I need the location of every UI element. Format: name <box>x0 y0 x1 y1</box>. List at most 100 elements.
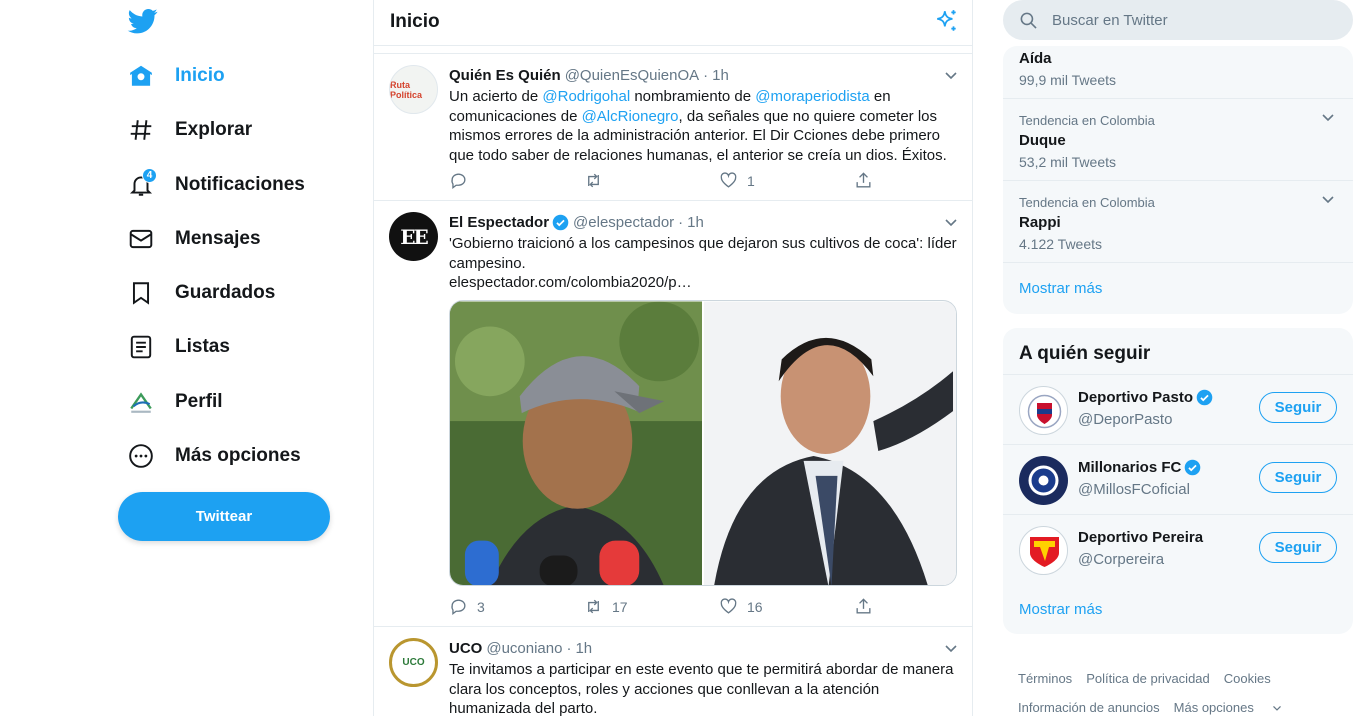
nav-label: Inicio <box>175 65 225 86</box>
follow-button[interactable]: Seguir <box>1259 462 1337 493</box>
avatar[interactable]: EE <box>389 212 438 261</box>
share-button[interactable] <box>854 597 873 616</box>
footer-link-cookies[interactable]: Cookies <box>1224 671 1271 686</box>
search-input[interactable] <box>1052 11 1312 29</box>
nav-item-listas[interactable]: Listas <box>127 329 230 365</box>
tweet-button[interactable]: Twittear <box>118 492 330 541</box>
tweet-author-name[interactable]: Quién Es Quién <box>449 67 561 84</box>
home-icon <box>127 62 155 90</box>
trend-item[interactable]: Tendencia en Colombia Duque 53,2 mil Twe… <box>1003 99 1353 181</box>
show-more-follow-link[interactable]: Mostrar más <box>1019 601 1102 618</box>
retweet-button[interactable] <box>584 171 612 190</box>
like-count: 1 <box>747 172 755 189</box>
trend-count: 4.122 Tweets <box>1019 236 1103 252</box>
chevron-down-icon[interactable] <box>1321 113 1335 123</box>
tweet-media[interactable] <box>449 300 957 586</box>
chevron-down-icon[interactable] <box>1321 195 1335 205</box>
like-button[interactable]: 1 <box>719 171 755 190</box>
tweet-time[interactable]: 1h <box>575 640 592 657</box>
retweet-button[interactable]: 17 <box>584 597 628 616</box>
account-name[interactable]: Millonarios FC <box>1078 459 1201 476</box>
like-count: 16 <box>747 598 763 615</box>
trend-item[interactable]: Aída 99,9 mil Tweets <box>1003 46 1353 99</box>
envelope-icon <box>127 225 155 253</box>
notification-badge: 4 <box>142 168 157 183</box>
right-sidebar: Aída 99,9 mil Tweets Tendencia en Colomb… <box>1003 0 1353 716</box>
share-button[interactable] <box>854 171 873 190</box>
who-to-follow-panel: A quién seguir Deportivo Pasto @DeporPas… <box>1003 328 1353 634</box>
avatar-label: EE <box>400 224 428 249</box>
follow-button[interactable]: Seguir <box>1259 532 1337 563</box>
tweet-author-handle[interactable]: @uconiano <box>486 640 562 657</box>
show-more-trends-link[interactable]: Mostrar más <box>1019 280 1102 297</box>
like-button[interactable]: 16 <box>719 597 763 616</box>
avatar[interactable]: Ruta Política <box>389 65 438 114</box>
follow-button[interactable]: Seguir <box>1259 392 1337 423</box>
avatar[interactable] <box>1019 456 1068 505</box>
trend-item[interactable]: Tendencia en Colombia Rappi 4.122 Tweets <box>1003 181 1353 263</box>
reply-icon <box>451 599 466 615</box>
footer-link-ads-info[interactable]: Información de anuncios <box>1018 700 1160 715</box>
trend-name: Duque <box>1019 132 1066 149</box>
timeline-gap <box>374 46 972 54</box>
account-handle[interactable]: @Corpereira <box>1078 551 1164 568</box>
search-box[interactable] <box>1003 0 1353 40</box>
mention-link[interactable]: @moraperiodista <box>755 88 869 105</box>
tweet-time[interactable]: 1h <box>687 214 704 231</box>
account-name-text: Deportivo Pereira <box>1078 529 1204 546</box>
twitter-logo-icon[interactable] <box>126 6 160 36</box>
tweet[interactable]: Ruta Política Quién Es Quién @QuienEsQui… <box>374 54 972 201</box>
account-name-text: Deportivo Pasto <box>1078 389 1194 406</box>
avatar[interactable] <box>1019 386 1068 435</box>
millonarios-crest-icon <box>1028 465 1059 496</box>
footer-link-terms[interactable]: Términos <box>1018 671 1072 686</box>
footer-link-more-options[interactable]: Más opciones <box>1174 700 1282 715</box>
follow-suggestion[interactable]: Deportivo Pasto @DeporPasto Seguir <box>1003 374 1353 444</box>
avatar[interactable]: UCO <box>389 638 438 687</box>
reply-button[interactable] <box>449 171 477 190</box>
separator: · <box>703 66 709 84</box>
nav-item-perfil[interactable]: Perfil <box>127 384 223 420</box>
follow-suggestion[interactable]: Deportivo Pereira @Corpereira Seguir <box>1003 514 1353 584</box>
chevron-down-icon[interactable] <box>944 71 958 81</box>
sparkle-icon[interactable] <box>934 8 960 34</box>
tweet-time[interactable]: 1h <box>712 67 729 84</box>
search-icon <box>1020 12 1037 29</box>
tweet-header: Quién Es Quién @QuienEsQuienOA · 1h <box>449 65 957 85</box>
reply-button[interactable]: 3 <box>449 597 485 616</box>
tweet-author-name[interactable]: El Espectador <box>449 214 549 231</box>
account-handle[interactable]: @DeporPasto <box>1078 411 1172 428</box>
mention-link[interactable]: @AlcRionegro <box>582 108 679 125</box>
media-photo-right <box>703 301 956 585</box>
tweet[interactable]: UCO UCO @uconiano · 1h Te invitamos a pa… <box>374 627 972 727</box>
account-handle[interactable]: @MillosFCoficial <box>1078 481 1190 498</box>
account-name-text: Millonarios FC <box>1078 459 1182 476</box>
nav-item-guardados[interactable]: Guardados <box>127 275 275 311</box>
chevron-down-icon[interactable] <box>944 644 958 654</box>
nav-label: Perfil <box>175 391 223 412</box>
verified-badge-icon <box>1185 459 1201 476</box>
nav-item-mensajes[interactable]: Mensajes <box>127 221 261 257</box>
nav-item-explorar[interactable]: Explorar <box>127 112 252 148</box>
tweet-author-handle[interactable]: @QuienEsQuienOA <box>565 67 699 84</box>
footer-more-label: Más opciones <box>1173 700 1254 715</box>
mention-link[interactable]: @Rodrigohal <box>542 88 630 105</box>
trend-context: Tendencia en Colombia <box>1019 195 1155 210</box>
avatar-label: Ruta Política <box>390 79 423 100</box>
nav-item-mas-opciones[interactable]: Más opciones <box>127 438 301 474</box>
follow-suggestion[interactable]: Millonarios FC @MillosFCoficial Seguir <box>1003 444 1353 514</box>
tweet-author-handle[interactable]: @elespectador <box>573 214 674 231</box>
nav-item-notificaciones[interactable]: 4 Notificaciones <box>127 167 305 203</box>
trend-count: 53,2 mil Tweets <box>1019 154 1117 170</box>
tweet-actions: 3 17 16 <box>449 597 879 619</box>
tweet-link[interactable]: elespectador.com/colombia2020/p… <box>449 273 957 293</box>
nav-item-inicio[interactable]: Inicio <box>127 58 225 94</box>
tweet[interactable]: EE El Espectador @elespectador · 1h 'Gob… <box>374 201 972 627</box>
tweet-author-name[interactable]: UCO <box>449 640 482 657</box>
account-name[interactable]: Deportivo Pereira <box>1078 529 1203 546</box>
avatar[interactable] <box>1019 526 1068 575</box>
footer-link-privacy[interactable]: Política de privacidad <box>1086 671 1210 686</box>
chevron-down-icon[interactable] <box>944 218 958 228</box>
bell-icon: 4 <box>127 168 157 199</box>
account-name[interactable]: Deportivo Pasto <box>1078 389 1213 406</box>
